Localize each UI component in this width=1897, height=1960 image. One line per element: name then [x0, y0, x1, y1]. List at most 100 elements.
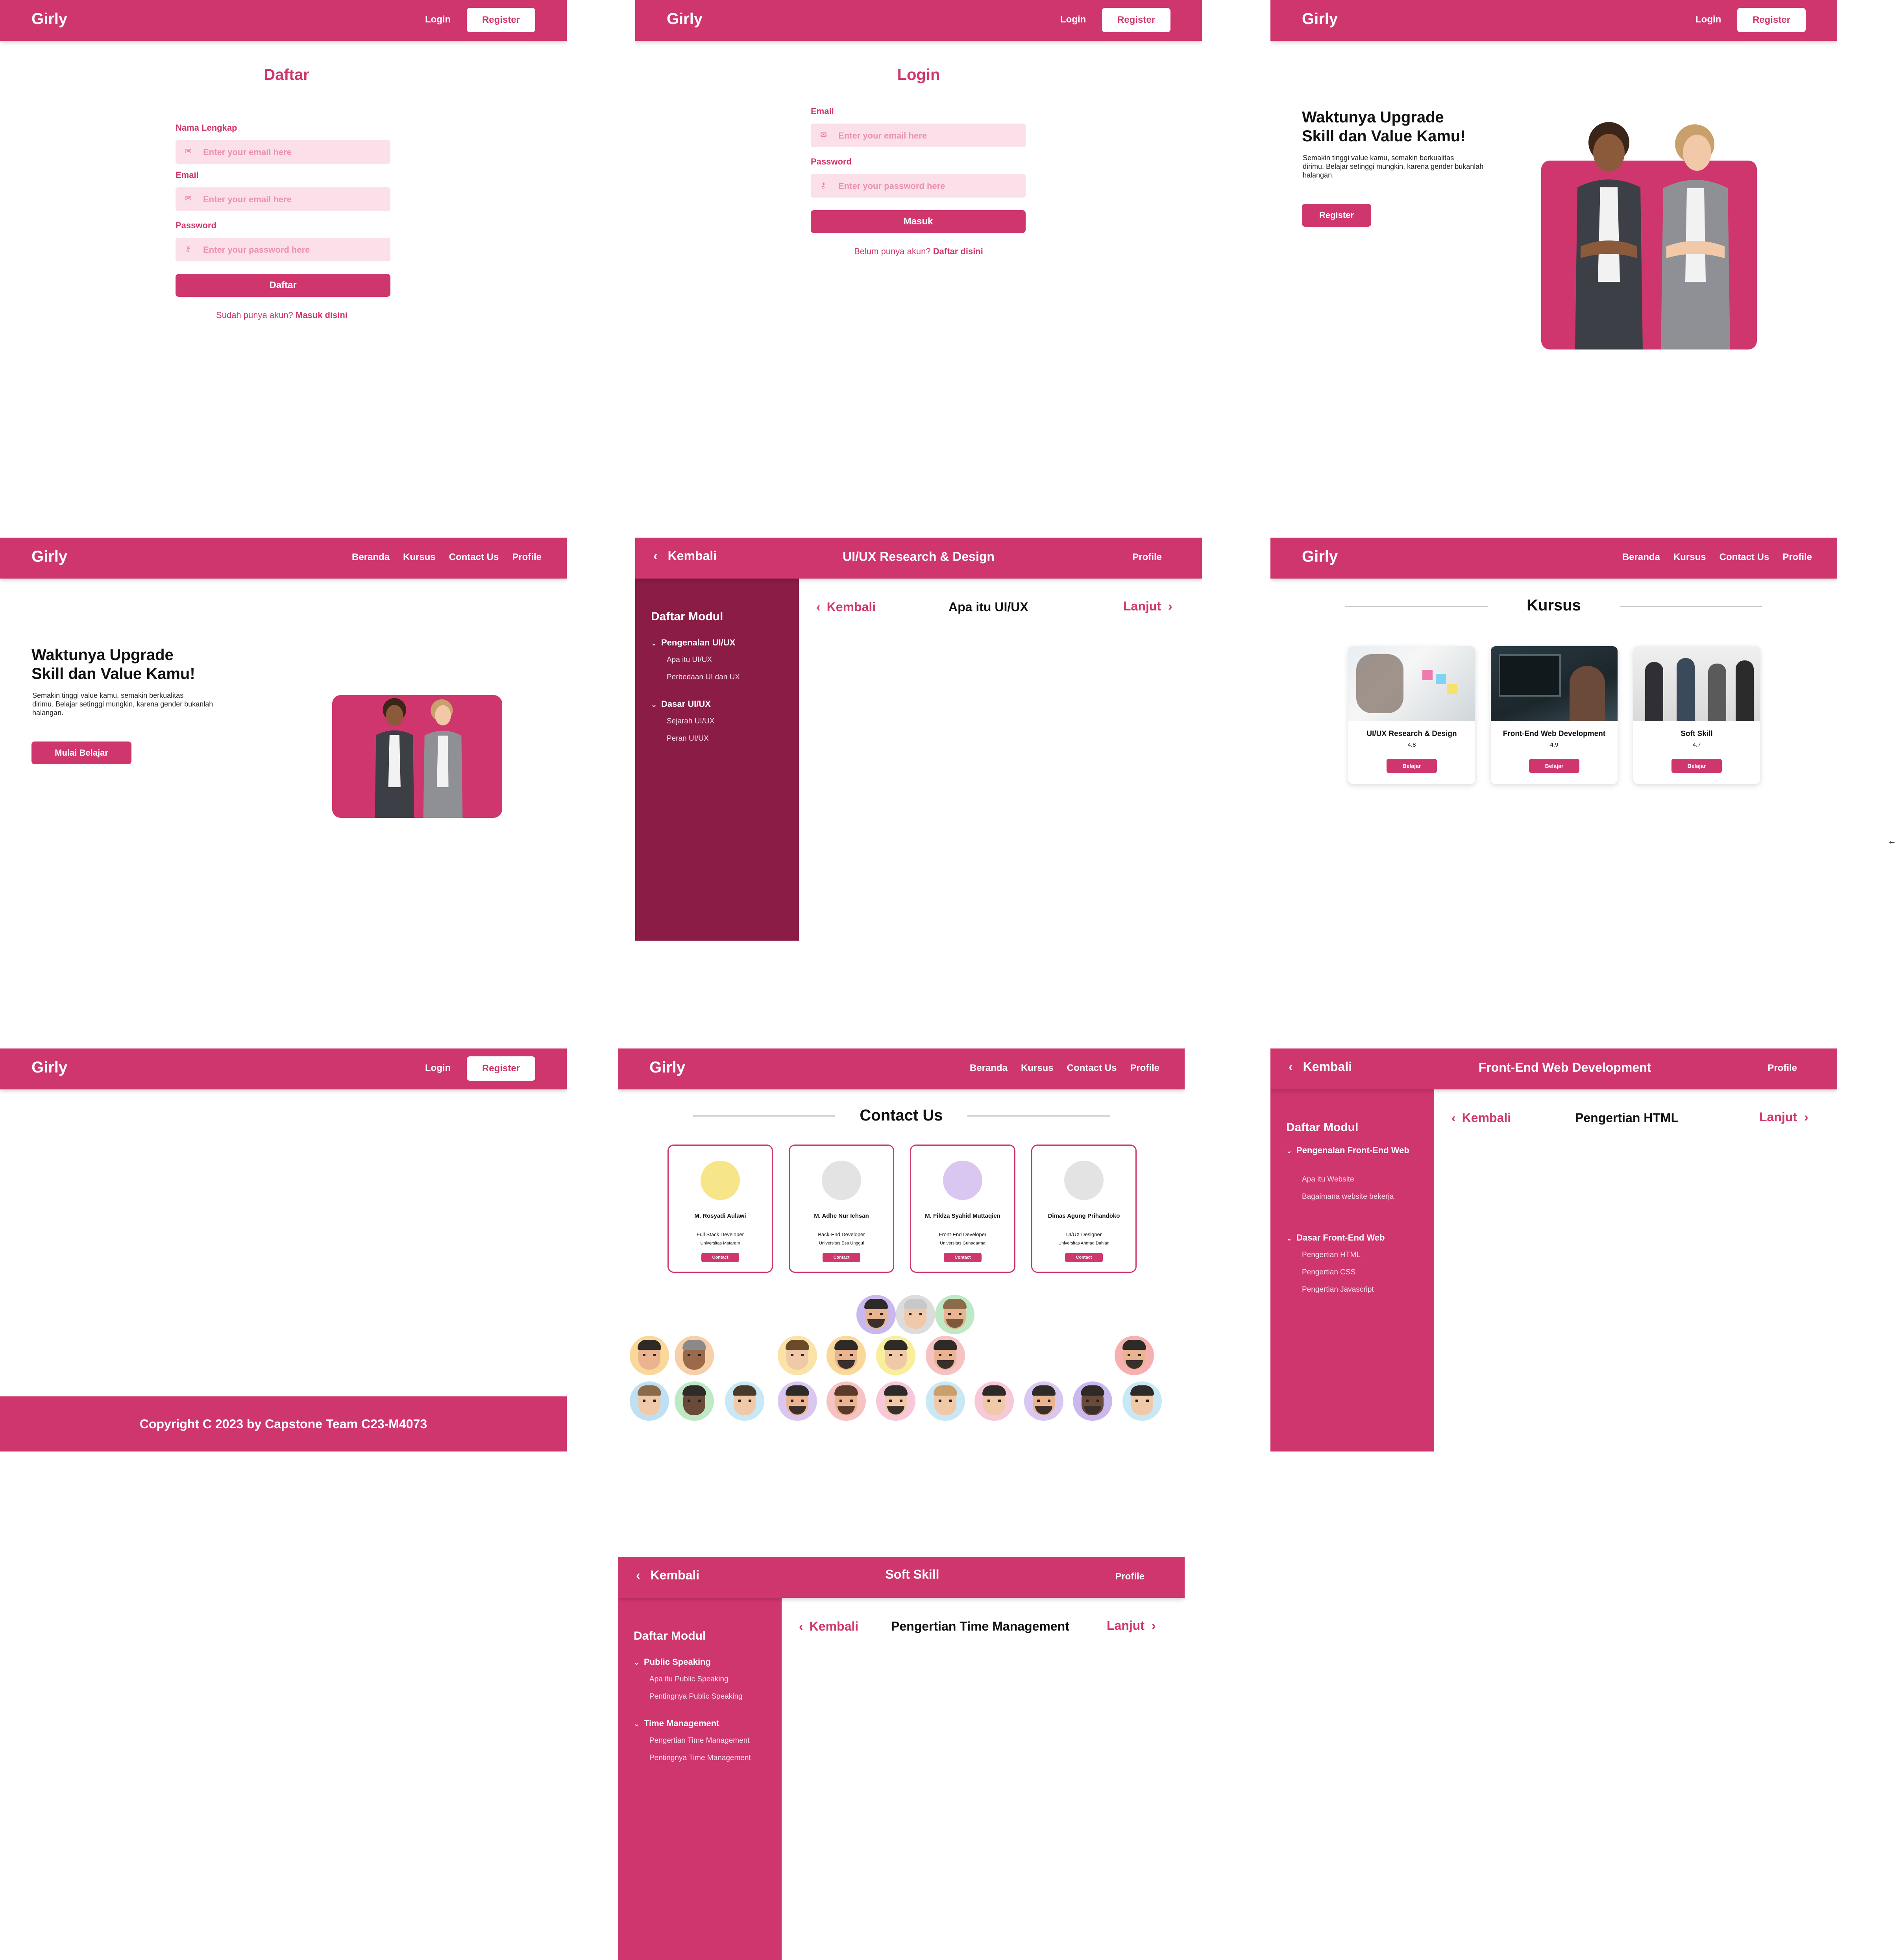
login-link[interactable]: Masuk disini [296, 310, 348, 320]
course-card[interactable]: Soft Skill 4.7 Belajar [1633, 646, 1760, 784]
nav-beranda[interactable]: Beranda [352, 552, 390, 563]
hero-register-button[interactable]: Register [1302, 204, 1371, 227]
nav-profile[interactable]: Profile [1782, 552, 1812, 563]
nav-login-link[interactable]: Login [425, 14, 451, 25]
topbar: Girly Beranda Kursus Contact Us Profile [0, 538, 567, 579]
memoji-avatar [826, 1381, 866, 1421]
chevron-right-icon: › [1168, 599, 1172, 613]
hero-title: Waktunya Upgrade Skill dan Value Kamu! [1302, 108, 1466, 146]
content-back-link[interactable]: ‹ Kembali [799, 1619, 858, 1634]
person-decor [1736, 660, 1754, 721]
sidebar-item[interactable]: Pengertian CSS [1302, 1268, 1355, 1277]
sidebar-item[interactable]: Pentingnya Time Management [649, 1754, 751, 1762]
nav-contact[interactable]: Contact Us [1720, 552, 1769, 563]
contact-button[interactable]: Contact [701, 1253, 739, 1262]
sidebar-item[interactable]: Apa itu Website [1302, 1175, 1354, 1184]
sidebar-item[interactable]: Perbedaan UI dan UX [667, 673, 740, 682]
main-nav: Beranda Kursus Contact Us Profile [352, 552, 542, 563]
content-next-link[interactable]: Lanjut › [1123, 599, 1172, 614]
content-back-link[interactable]: ‹ Kembali [1451, 1111, 1511, 1125]
key-icon: ⚷ [820, 181, 826, 190]
sidebar-section[interactable]: ⌄ Public Speaking [634, 1657, 711, 1667]
sidebar-item[interactable]: Pengertian HTML [1302, 1251, 1361, 1259]
sidebar-item[interactable]: Bagaimana website bekerja [1302, 1193, 1394, 1201]
nav-profile[interactable]: Profile [512, 552, 542, 563]
belajar-button[interactable]: Belajar [1529, 759, 1579, 773]
contact-button[interactable]: Contact [1065, 1253, 1103, 1262]
memoji-avatar [778, 1336, 817, 1375]
brand-logo[interactable]: Girly [667, 10, 703, 28]
nav-profile[interactable]: Profile [1130, 1063, 1159, 1074]
course-card[interactable]: UI/UX Research & Design 4.8 Belajar [1348, 646, 1475, 784]
sidebar-item[interactable]: Pengertian Time Management [649, 1736, 750, 1745]
sidebar-item[interactable]: Pentingnya Public Speaking [649, 1692, 743, 1701]
password-field[interactable]: ⚷ Enter your password here [811, 174, 1026, 198]
member-university: Universitas Esa Unggul [819, 1241, 864, 1246]
register-link[interactable]: Daftar disini [933, 246, 983, 256]
sidebar-section[interactable]: ⌄ Time Management [634, 1718, 719, 1729]
contact-button[interactable]: Contact [944, 1253, 982, 1262]
course-card[interactable]: Front-End Web Development 4.9 Belajar [1491, 646, 1618, 784]
nav-register-button[interactable]: Register [1737, 8, 1806, 32]
password-field[interactable]: ⚷ Enter your password here [176, 238, 390, 261]
email-placeholder: Enter your email here [203, 194, 292, 204]
sidebar-item[interactable]: Apa itu Public Speaking [649, 1675, 728, 1684]
nav-contact[interactable]: Contact Us [449, 552, 499, 563]
monitor-decor [1499, 654, 1561, 697]
daftar-button[interactable]: Daftar [176, 274, 390, 297]
name-field[interactable]: ✉ Enter your email here [176, 140, 390, 164]
email-field[interactable]: ✉ Enter your email here [811, 124, 1026, 147]
sidebar-section[interactable]: ⌄ Dasar UI/UX [651, 699, 711, 709]
nav-register-button[interactable]: Register [467, 1056, 535, 1081]
module-sidebar: Daftar Modul ⌄ Public Speaking Apa itu Pu… [618, 1598, 782, 1960]
nav-kursus[interactable]: Kursus [403, 552, 436, 563]
sidebar-item[interactable]: Pengertian Javascript [1302, 1285, 1374, 1294]
nav-login-link[interactable]: Login [1060, 14, 1086, 25]
nav-beranda[interactable]: Beranda [970, 1063, 1008, 1074]
module-frontend-screen: ‹ Kembali Front-End Web Development Profi… [1270, 1048, 1837, 1452]
sidebar-section[interactable]: ⌄ Pengenalan UI/UX [651, 638, 735, 648]
belajar-button[interactable]: Belajar [1671, 759, 1722, 773]
mulai-belajar-button[interactable]: Mulai Belajar [31, 741, 131, 764]
brand-logo[interactable]: Girly [31, 548, 67, 566]
nav-kursus[interactable]: Kursus [1673, 552, 1706, 563]
module-softskill-screen: ‹ Kembali Soft Skill Profile Daftar Modul… [618, 1557, 1185, 1960]
sidebar-item[interactable]: Sejarah UI/UX [667, 717, 714, 726]
register-prompt-text: Belum punya akun? [854, 246, 931, 256]
divider-right [967, 1115, 1110, 1117]
nav-register-button[interactable]: Register [1102, 8, 1170, 32]
profile-link[interactable]: Profile [1115, 1571, 1144, 1582]
content-next-link[interactable]: Lanjut › [1107, 1618, 1156, 1633]
hero-title: Waktunya Upgrade Skill dan Value Kamu! [31, 645, 195, 683]
nav-kursus[interactable]: Kursus [1021, 1063, 1054, 1074]
contact-button[interactable]: Contact [823, 1253, 860, 1262]
course-name: Front-End Web Development [1503, 730, 1606, 738]
profile-link[interactable]: Profile [1768, 1063, 1797, 1074]
nav-login-link[interactable]: Login [425, 1063, 451, 1074]
belajar-button[interactable]: Belajar [1387, 759, 1437, 773]
sidebar-item[interactable]: Apa itu UI/UX [667, 656, 712, 664]
brand-logo[interactable]: Girly [31, 1059, 67, 1076]
content-back-link[interactable]: ‹ Kembali [816, 600, 876, 614]
brand-logo[interactable]: Girly [1302, 548, 1338, 566]
email-field[interactable]: ✉ Enter your email here [176, 187, 390, 211]
brand-logo[interactable]: Girly [1302, 10, 1338, 28]
nav-beranda[interactable]: Beranda [1622, 552, 1660, 563]
email-label: Email [176, 170, 199, 180]
nav-register-button[interactable]: Register [467, 8, 535, 32]
divider-right [1620, 606, 1762, 607]
nav-contact[interactable]: Contact Us [1067, 1063, 1117, 1074]
masuk-button[interactable]: Masuk [811, 210, 1026, 233]
nav-login-link[interactable]: Login [1695, 14, 1721, 25]
sidebar-section[interactable]: ⌄ Dasar Front-End Web [1286, 1233, 1385, 1243]
member-university: Universitas Ahmad Dahlan [1058, 1241, 1109, 1246]
sidebar-item[interactable]: Peran UI/UX [667, 734, 709, 743]
content-next-link[interactable]: Lanjut › [1759, 1110, 1808, 1124]
email-label: Email [811, 106, 834, 116]
brand-logo[interactable]: Girly [31, 10, 67, 28]
sidebar-section[interactable]: ⌄ Pengenalan Front-End Web [1286, 1145, 1420, 1156]
brand-logo[interactable]: Girly [649, 1059, 685, 1076]
courses-title: Kursus [1527, 597, 1581, 614]
profile-link[interactable]: Profile [1132, 552, 1162, 563]
hero-title-line1: Waktunya Upgrade [31, 646, 174, 664]
